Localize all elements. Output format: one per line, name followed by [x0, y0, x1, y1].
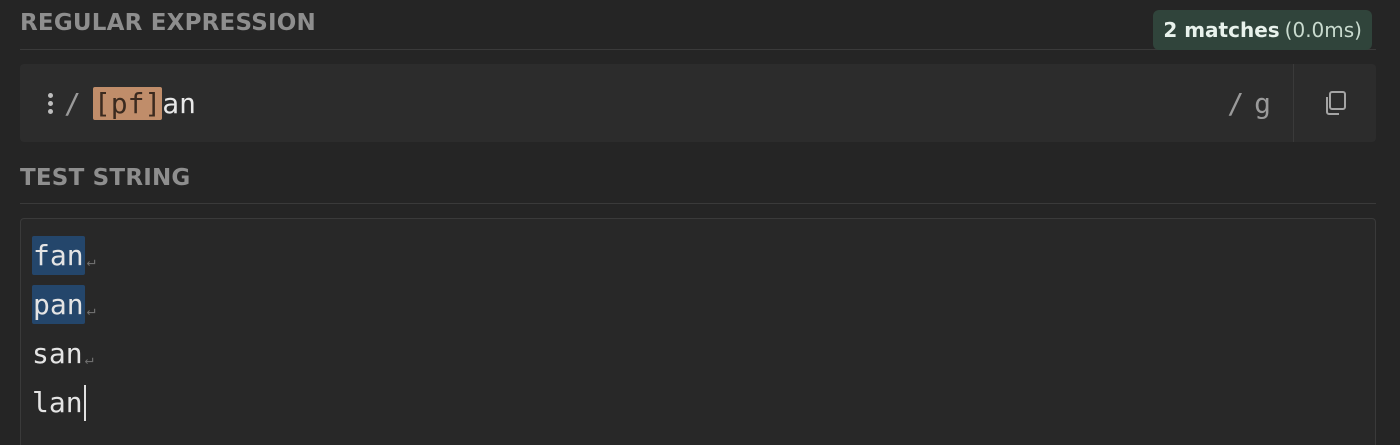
test-string-editor[interactable]: fan ↵ pan ↵ san ↵ lan: [20, 218, 1376, 445]
test-line: pan ↵: [32, 280, 1375, 329]
match-highlight: pan: [32, 285, 85, 324]
newline-marker: ↵: [86, 251, 96, 270]
regex-literal-token: an: [162, 86, 197, 120]
test-line-text: san: [32, 337, 83, 370]
test-line: san ↵: [32, 329, 1375, 378]
regex-input-box: / [pf] an / g: [20, 64, 1376, 142]
test-line: lan: [32, 378, 1375, 427]
copy-icon: [1326, 91, 1346, 115]
test-line: fan ↵: [32, 231, 1375, 280]
regex-right-controls: / g: [1227, 64, 1376, 142]
test-section-title: TEST STRING: [20, 164, 191, 191]
regex-close-delimiter: /: [1227, 86, 1245, 120]
match-count: 2 matches: [1163, 18, 1280, 42]
regex-open-delimiter: /: [64, 86, 81, 120]
regex-section-title: REGULAR EXPRESSION: [20, 9, 316, 36]
test-line-text: lan: [32, 386, 83, 419]
match-time: (0.0ms): [1284, 18, 1362, 42]
regex-flags[interactable]: g: [1254, 87, 1271, 120]
text-caret: [83, 384, 86, 421]
copy-button[interactable]: [1293, 64, 1376, 142]
regex-tester: REGULAR EXPRESSION 2 matches (0.0ms) / […: [0, 0, 1400, 445]
regex-input[interactable]: [pf] an: [92, 86, 197, 120]
match-highlight: fan: [32, 236, 85, 275]
vertical-dots-icon[interactable]: [42, 92, 58, 114]
regex-section-header: REGULAR EXPRESSION 2 matches (0.0ms): [20, 0, 1376, 50]
match-count-badge[interactable]: 2 matches (0.0ms): [1153, 10, 1372, 50]
newline-marker: ↵: [84, 349, 94, 368]
test-section-header: TEST STRING: [20, 156, 1376, 204]
newline-marker: ↵: [86, 300, 96, 319]
regex-char-class-token: [pf]: [92, 86, 163, 120]
